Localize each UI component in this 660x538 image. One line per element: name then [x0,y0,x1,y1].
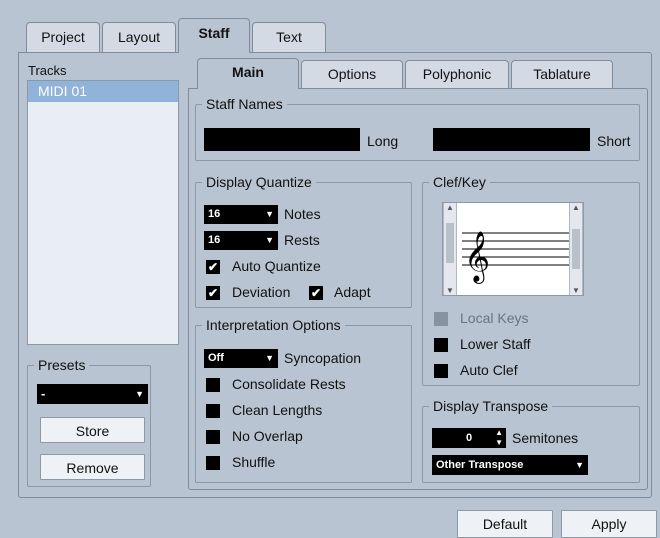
tab-staff[interactable]: Staff [178,18,250,53]
remove-button[interactable]: Remove [40,454,145,480]
interpretation-options-group: Interpretation Options [195,317,412,483]
long-name-input[interactable] [204,128,360,151]
subtab-options[interactable]: Options [301,60,403,88]
shuffle-label: Shuffle [232,454,276,470]
chevron-down-icon: ▼ [575,460,584,470]
apply-button[interactable]: Apply [561,510,657,538]
presets-dropdown[interactable]: - ▼ [37,384,148,404]
notes-value: 16 [208,208,221,220]
subtab-tablature[interactable]: Tablature [511,60,613,88]
chevron-up-icon: ▲ [572,203,580,212]
short-label: Short [597,133,631,149]
syncopation-value: Off [208,352,224,364]
subtab-polyphonic[interactable]: Polyphonic [405,60,509,88]
chevron-down-icon: ▼ [265,209,274,219]
track-item[interactable]: MIDI 01 [28,81,178,102]
rests-value: 16 [208,234,221,246]
auto-clef-label: Auto Clef [460,362,518,378]
auto-clef-checkbox[interactable] [434,364,448,378]
staff-names-title: Staff Names [206,96,283,112]
syncopation-label: Syncopation [284,350,362,366]
lower-staff-label: Lower Staff [460,336,531,352]
chevron-down-icon: ▼ [572,286,580,295]
display-quantize-title: Display Quantize [206,174,312,190]
semitones-stepper[interactable]: 0 ▲ ▼ [432,428,506,448]
chevron-down-icon: ▼ [265,235,274,245]
no-overlap-label: No Overlap [232,428,303,444]
scroll-thumb[interactable] [446,223,454,263]
tab-text[interactable]: Text [252,22,326,52]
scroll-thumb[interactable] [572,229,580,269]
notes-label: Notes [284,206,321,222]
interpretation-options-title: Interpretation Options [206,317,341,333]
local-keys-checkbox[interactable] [434,312,448,326]
no-overlap-checkbox[interactable] [206,430,220,444]
adapt-label: Adapt [334,284,371,300]
rests-label: Rests [284,232,320,248]
deviation-checkbox[interactable]: ✔ [206,286,220,300]
local-keys-label: Local Keys [460,310,529,326]
tracks-list[interactable]: MIDI 01 [27,80,179,345]
consolidate-rests-checkbox[interactable] [206,378,220,392]
default-button[interactable]: Default [457,510,553,538]
clean-lengths-checkbox[interactable] [206,404,220,418]
stepper-arrows-icon[interactable]: ▲ ▼ [495,428,503,448]
consolidate-rests-label: Consolidate Rests [232,376,346,392]
chevron-up-icon: ▲ [446,203,454,212]
auto-quantize-label: Auto Quantize [232,258,321,274]
auto-quantize-checkbox[interactable]: ✔ [206,260,220,274]
treble-clef-staff: 𝄞 [462,231,570,284]
clef-key-title: Clef/Key [433,174,486,190]
adapt-checkbox[interactable]: ✔ [309,286,323,300]
clef-scrollbar-left[interactable]: ▲ ▼ [443,203,457,295]
shuffle-checkbox[interactable] [206,456,220,470]
display-transpose-title: Display Transpose [433,398,549,414]
semitones-label: Semitones [512,430,579,446]
presets-value: - [41,386,46,401]
chevron-down-icon: ▼ [446,286,454,295]
tab-project[interactable]: Project [26,22,100,52]
short-name-input[interactable] [433,128,590,151]
clean-lengths-label: Clean Lengths [232,402,323,418]
clef-scrollbar-right[interactable]: ▲ ▼ [569,203,583,295]
treble-clef-icon: 𝄞 [464,231,490,284]
other-transpose-value: Other Transpose [436,459,524,471]
long-label: Long [367,133,399,149]
check-icon: ✔ [207,286,219,300]
chevron-down-icon: ▼ [265,353,274,363]
tab-layout[interactable]: Layout [102,22,176,52]
other-transpose-dropdown[interactable]: Other Transpose ▼ [432,455,588,475]
check-icon: ✔ [310,286,322,300]
subtab-main[interactable]: Main [197,58,299,89]
presets-title: Presets [38,357,86,373]
tracks-label: Tracks [28,63,67,78]
clef-preview[interactable]: ▲ ▼ 𝄞 ▲ ▼ [442,202,584,296]
syncopation-dropdown[interactable]: Off ▼ [204,349,278,368]
deviation-label: Deviation [232,284,291,300]
notes-dropdown[interactable]: 16 ▼ [204,205,278,224]
semitones-value: 0 [465,432,473,444]
check-icon: ✔ [207,260,219,274]
store-button[interactable]: Store [40,417,145,443]
lower-staff-checkbox[interactable] [434,338,448,352]
rests-dropdown[interactable]: 16 ▼ [204,231,278,250]
chevron-down-icon: ▼ [135,389,144,399]
